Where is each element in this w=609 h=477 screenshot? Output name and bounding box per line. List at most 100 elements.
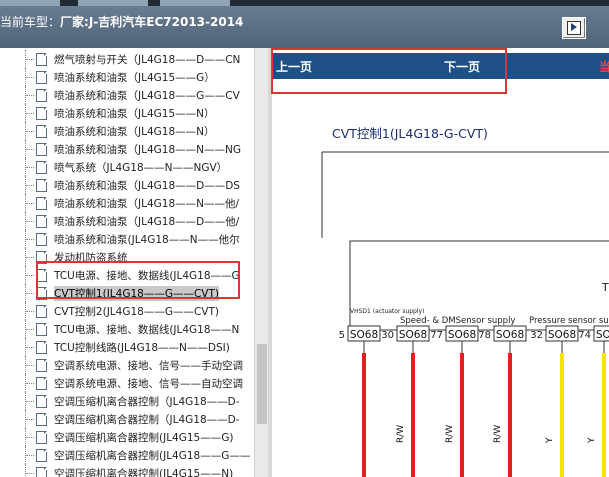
tree-item[interactable]: 空调压缩机离合器控制(JL4G18——G—— xyxy=(0,446,254,464)
pin-number: 77 xyxy=(430,330,443,341)
pin-number: 5 xyxy=(339,330,345,341)
tree-item[interactable]: 喷油系统和油泵（JL4G15——G） xyxy=(0,68,254,86)
document-icon xyxy=(36,107,47,120)
tree-item[interactable]: TCU控制线路(JL4G18——N——DSI) xyxy=(0,338,254,356)
tree-item[interactable]: 喷油系统和油泵（JL4G18——N） xyxy=(0,122,254,140)
document-icon xyxy=(36,377,47,390)
tree-connector-line xyxy=(26,185,34,186)
document-icon xyxy=(36,467,47,477)
wire-color-label: Y xyxy=(587,437,597,444)
tree-item[interactable]: TCU电源、接地、数据线(JL4G18——N xyxy=(0,320,254,338)
label-actuator-supply: VHSD1 (actuator supply) xyxy=(350,308,424,315)
nav-highlight-box xyxy=(271,48,507,94)
current-model-title: 当前车型：厂家:J-吉利汽车EC72013-2014 xyxy=(0,13,243,30)
tree-connector-line xyxy=(26,383,34,384)
title-bar: 当前车型：厂家:J-吉利汽车EC72013-2014 xyxy=(0,0,609,48)
tree-item-label: 喷油系统和油泵（JL4G18——G——CV xyxy=(54,90,240,102)
connector-pins: 5SO6830SO6877SO6878SO6832SO6874SO68 xyxy=(339,325,609,342)
wire xyxy=(362,353,366,477)
document-icon xyxy=(36,323,47,336)
tree-item[interactable]: 空调压缩机离合器控制（JL4G18——D- xyxy=(0,392,254,410)
tree-item-label: 喷油系统和油泵（JL4G18——D——他/ xyxy=(54,216,240,228)
pin-number: 78 xyxy=(478,330,491,341)
tree-item-label: TCU控制线路(JL4G18——N——DSI) xyxy=(54,342,230,354)
tree-item-label: 喷油系统和油泵（JL4G15——G） xyxy=(54,72,215,84)
tree-item[interactable]: 喷油系统和油泵（JL4G18——D——DS xyxy=(0,176,254,194)
tree-item[interactable]: 喷油系统和油泵（JL4G18——G——CV xyxy=(0,86,254,104)
tree-connector-line xyxy=(26,347,34,348)
expand-panel-button[interactable] xyxy=(562,17,586,39)
tree-connector-line xyxy=(26,59,34,60)
tree-connector-line xyxy=(26,221,34,222)
tree-item-label: 喷油系统和油泵（JL4G18——N） xyxy=(54,126,215,138)
tree-item[interactable]: 空调压缩机离合器控制(JL4G15——G) xyxy=(0,428,254,446)
tree-item[interactable]: 空调压缩机离合器控制（JL4G18——D- xyxy=(0,410,254,428)
tree-connector-line xyxy=(26,239,34,240)
label-speed-sensor-supply: Speed- & DMSensor supply xyxy=(400,316,515,326)
tree-connector-line xyxy=(26,131,34,132)
tree-connector-line xyxy=(26,437,34,438)
wire-color-label: Y xyxy=(545,437,555,444)
connector-pin-label: SO68 xyxy=(496,329,524,341)
wire-color-label: R/W xyxy=(396,425,406,443)
current-model-label: 当前车型： xyxy=(0,15,61,29)
tree-item-label: CVT控制2(JL4G18——G——CVT) xyxy=(54,306,219,318)
document-icon xyxy=(36,395,47,408)
wire xyxy=(411,353,415,477)
tree-connector-line xyxy=(26,365,34,366)
tree-item[interactable]: 喷油系统和油泵（JL4G18——D——他/ xyxy=(0,212,254,230)
document-icon xyxy=(36,53,47,66)
document-icon xyxy=(36,359,47,372)
document-icon xyxy=(36,89,47,102)
tree-connector-line xyxy=(26,401,34,402)
tree-item[interactable]: CVT控制2(JL4G18——G——CVT) xyxy=(0,302,254,320)
tree-item-label: 空调压缩机离合器控制(JL4G15——N) xyxy=(54,468,234,477)
tree-connector-line xyxy=(26,275,34,276)
tree-item[interactable]: 燃气喷射与开关（JL4G18——D——CN xyxy=(0,50,254,68)
tree-connector-line xyxy=(26,329,34,330)
document-icon xyxy=(36,215,47,228)
tree-scrollbar-thumb[interactable] xyxy=(257,344,267,424)
tree-scrollbar[interactable] xyxy=(254,48,269,477)
top-strip xyxy=(0,0,609,6)
tree-item-label: 喷油系统和油泵（JL4G15——N） xyxy=(54,108,215,120)
tree-connector-line xyxy=(26,149,34,150)
wires: R/W R/W R/W Y Y xyxy=(362,341,606,477)
document-icon xyxy=(36,341,47,354)
tree-item[interactable]: 空调系统电源、接地、信号——自动空调 xyxy=(0,374,254,392)
tree-connector-line xyxy=(26,77,34,78)
tree-item-label: 空调压缩机离合器控制(JL4G18——G—— xyxy=(54,450,251,462)
tree-item[interactable]: 空调压缩机离合器控制(JL4G15——N) xyxy=(0,464,254,477)
tree-item-label: TCU电源、接地、数据线(JL4G18——N xyxy=(54,324,240,336)
tree-highlight-box xyxy=(36,261,240,299)
tree-connector-line xyxy=(26,455,34,456)
document-icon xyxy=(36,143,47,156)
tree-item[interactable]: 空调系统电源、接地、信号——手动空调 xyxy=(0,356,254,374)
connector-pin-label: SO68 xyxy=(399,329,427,341)
tree-connector-line xyxy=(26,473,34,474)
document-icon xyxy=(36,71,47,84)
tree-item-label: 空调系统电源、接地、信号——自动空调 xyxy=(54,378,243,390)
tree-item-label: 空调压缩机离合器控制(JL4G15——G) xyxy=(54,432,234,444)
pin-number: 74 xyxy=(578,330,591,341)
tree-item[interactable]: 喷油系统和油泵（JL4G15——N） xyxy=(0,104,254,122)
wire xyxy=(460,353,464,477)
tree-item-label: 喷油系统和油泵(JL4G18——N——他尔 xyxy=(54,234,240,246)
document-icon xyxy=(36,161,47,174)
arrow-right-icon xyxy=(567,21,581,35)
wire xyxy=(602,353,606,477)
current-model-value: 厂家:J-吉利汽车EC72013-2014 xyxy=(60,15,244,29)
wiring-diagram: T VHSD1 (actuator supply) Speed- & DMSen… xyxy=(321,151,609,477)
tree-item[interactable]: 喷油系统和油泵（JL4G18——N——他/ xyxy=(0,194,254,212)
tree-item-label: 空调压缩机离合器控制（JL4G18——D- xyxy=(54,396,240,408)
tree-item-label: 空调压缩机离合器控制（JL4G18——D- xyxy=(54,414,240,426)
tree-connector-line xyxy=(25,464,26,477)
tree-item[interactable]: 喷油系统和油泵(JL4G18——N——他尔 xyxy=(0,230,254,248)
document-icon xyxy=(36,179,47,192)
document-icon xyxy=(36,431,47,444)
tree-item[interactable]: 喷油系统和油泵（JL4G18——N——NG xyxy=(0,140,254,158)
tcu-letter-t: T xyxy=(601,281,609,294)
connector-pin-label: SO68 xyxy=(548,329,576,341)
pin-number: 32 xyxy=(530,330,543,341)
tree-item[interactable]: 喷气系统（JL4G18——N——NGV） xyxy=(0,158,254,176)
